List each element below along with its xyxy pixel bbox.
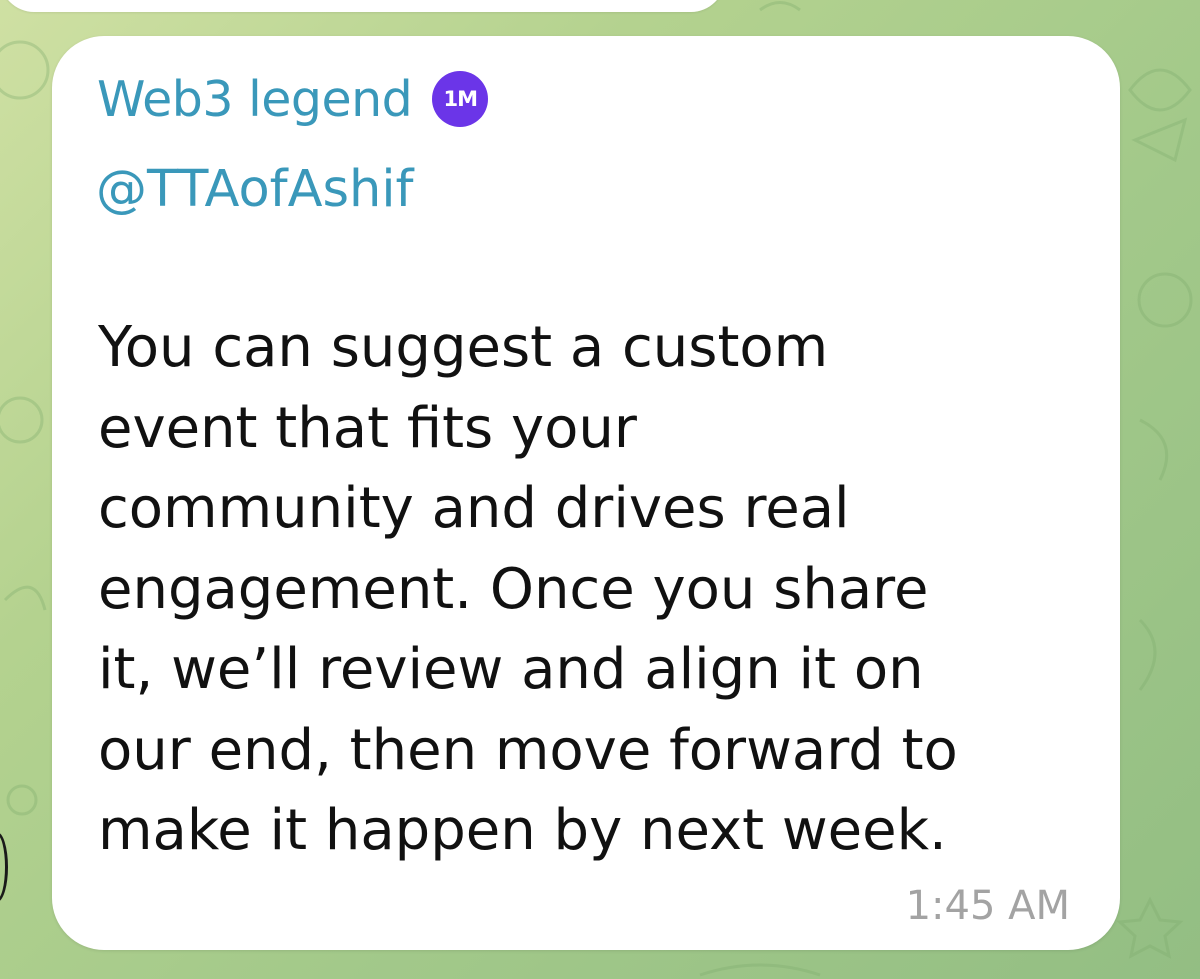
message-line: event that fits your (98, 395, 637, 461)
message-timestamp: 1:45 AM (905, 883, 1070, 929)
message-line: our end, then move forward to (98, 717, 958, 783)
message-line: engagement. Once you share (98, 556, 929, 622)
sender-username[interactable]: @TTAofAshif (96, 160, 414, 219)
message-text: You can suggest a custom event that fits… (98, 308, 1088, 872)
sender-name[interactable]: Web3 legend (97, 71, 413, 128)
previous-message-bubble (0, 0, 725, 12)
premium-badge-icon[interactable]: 1M (432, 71, 489, 127)
message-line: it, we’ll review and align it on (98, 637, 924, 702)
sender-header: Web3 legend 1M (97, 66, 489, 132)
message-bubble[interactable]: Web3 legend 1M @TTAofAshif You can sugge… (52, 36, 1120, 950)
message-line: make it happen by next week. (98, 798, 947, 863)
message-line: community and drives real (98, 476, 850, 541)
badge-label: 1M (443, 87, 478, 111)
message-line: You can suggest a custom (98, 315, 829, 380)
